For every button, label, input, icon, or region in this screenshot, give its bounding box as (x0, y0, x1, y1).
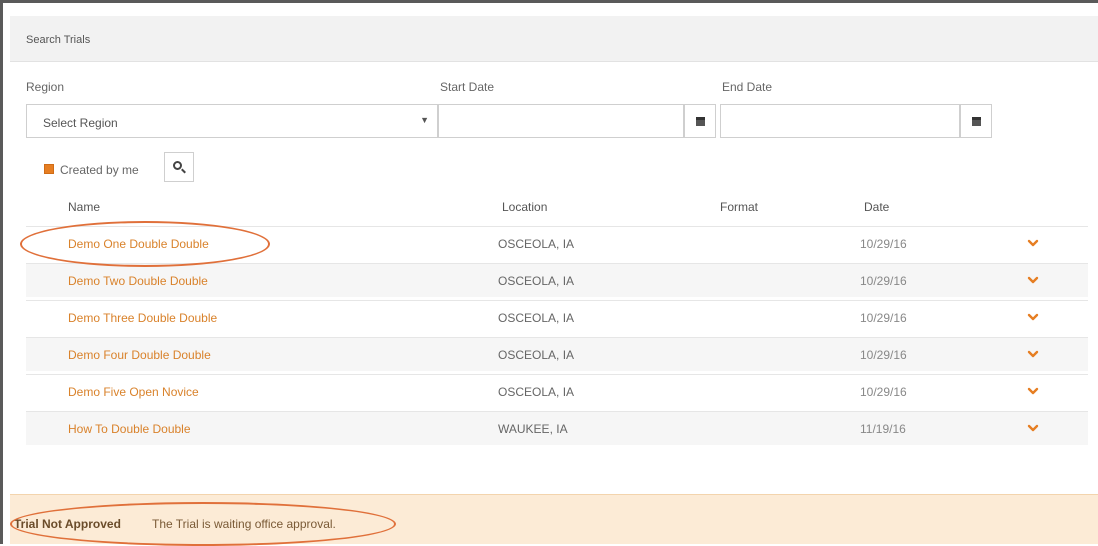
column-header-date[interactable]: Date (864, 200, 889, 214)
alert-banner: Trial Not Approved The Trial is waiting … (10, 494, 1098, 544)
trial-date: 10/29/16 (860, 348, 907, 362)
trial-location: OSCEOLA, IA (498, 385, 575, 399)
caret-down-icon: ▼ (420, 115, 429, 125)
chevron-down-icon[interactable] (1026, 421, 1040, 435)
trial-date: 10/29/16 (860, 237, 907, 251)
trial-location: OSCEOLA, IA (498, 311, 575, 325)
trial-name-link[interactable]: How To Double Double (68, 422, 191, 436)
table-row[interactable]: Demo Five Open Novice OSCEOLA, IA 10/29/16 (26, 374, 1088, 408)
trial-location: WAUKEE, IA (498, 422, 568, 436)
end-date-calendar-button[interactable] (960, 104, 992, 138)
alert-message: The Trial is waiting office approval. (152, 517, 336, 531)
panel-title: Search Trials (26, 34, 91, 46)
start-date-label: Start Date (440, 80, 495, 94)
region-label: Region (26, 80, 65, 94)
trial-date: 10/29/16 (860, 311, 907, 325)
table-row[interactable]: Demo Two Double Double OSCEOLA, IA 10/29/1… (26, 263, 1088, 297)
end-date-label: End Date (722, 80, 773, 94)
search-button[interactable] (164, 152, 194, 182)
chevron-down-icon[interactable] (1026, 273, 1040, 287)
calendar-icon (971, 116, 981, 126)
trial-name-link[interactable]: Demo Five Open Novice (68, 385, 199, 399)
start-date-calendar-button[interactable] (684, 104, 716, 138)
table-row[interactable]: Demo One Double Double OSCEOLA, IA 10/29/1… (26, 226, 1088, 260)
search-icon (172, 160, 186, 174)
column-header-format[interactable]: Format (720, 200, 758, 214)
created-by-me-checkbox[interactable] (44, 164, 54, 174)
region-select[interactable]: Select Region ▼ (26, 104, 438, 138)
table-row[interactable]: Demo Four Double Double OSCEOLA, IA 10/29/… (26, 337, 1088, 371)
alert-title: Trial Not Approved (14, 517, 121, 531)
trial-name-link[interactable]: Demo Three Double Double (68, 311, 217, 325)
start-date-input[interactable] (438, 104, 684, 138)
chevron-down-icon[interactable] (1026, 310, 1040, 324)
table-row[interactable]: How To Double Double WAUKEE, IA 11/19/16 (26, 411, 1088, 445)
chevron-down-icon[interactable] (1026, 384, 1040, 398)
column-header-name[interactable]: Name (68, 200, 100, 214)
created-by-me-label: Created by me (60, 163, 139, 177)
trial-name-link[interactable]: Demo One Double Double (68, 237, 209, 251)
trial-name-link[interactable]: Demo Two Double Double (68, 274, 208, 288)
panel-header: Search Trials (10, 16, 1098, 62)
trial-date: 10/29/16 (860, 385, 907, 399)
end-date-input[interactable] (720, 104, 960, 138)
column-header-location[interactable]: Location (502, 200, 547, 214)
trial-date: 11/19/16 (860, 422, 906, 436)
trial-location: OSCEOLA, IA (498, 348, 575, 362)
trial-location: OSCEOLA, IA (498, 237, 575, 251)
trial-date: 10/29/16 (860, 274, 907, 288)
table-row[interactable]: Demo Three Double Double OSCEOLA, IA 10/29… (26, 300, 1088, 334)
chevron-down-icon[interactable] (1026, 347, 1040, 361)
chevron-down-icon[interactable] (1026, 236, 1040, 250)
calendar-icon (695, 116, 705, 126)
region-select-value: Select Region (43, 116, 118, 130)
trial-location: OSCEOLA, IA (498, 274, 575, 288)
trial-name-link[interactable]: Demo Four Double Double (68, 348, 211, 362)
